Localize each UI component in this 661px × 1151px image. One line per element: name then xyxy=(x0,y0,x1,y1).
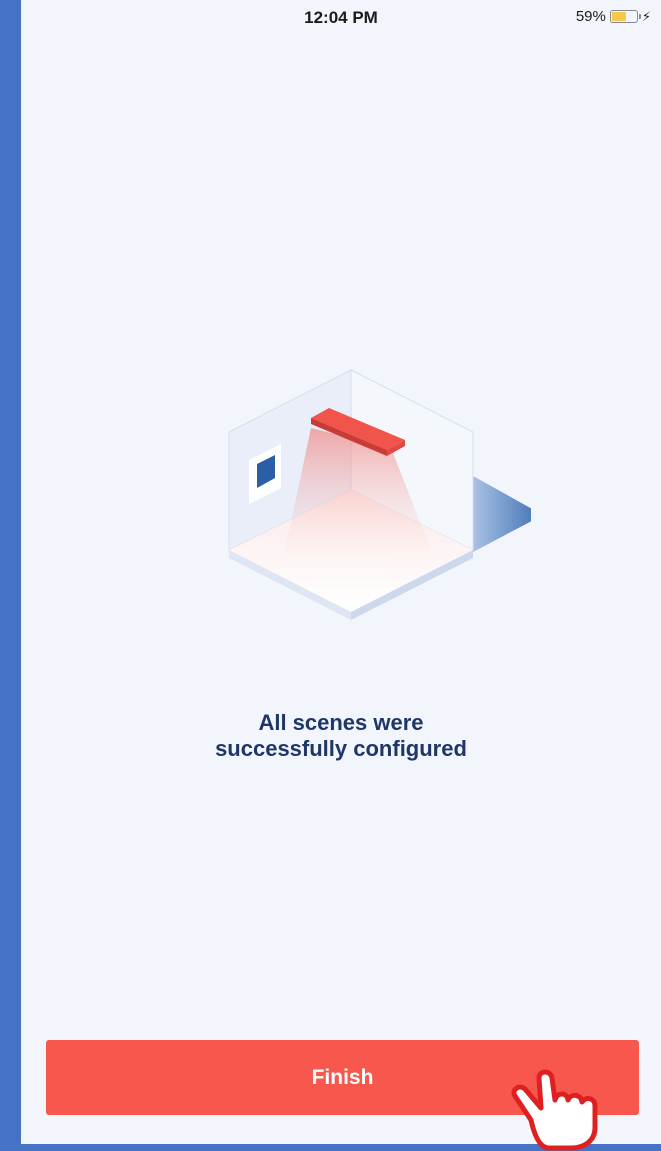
pointing-hand-cursor-icon xyxy=(511,1069,598,1151)
bolt-icon: ⚡ xyxy=(641,8,651,24)
battery-icon xyxy=(609,10,641,23)
screenshot-frame: 12:04 PM 59% ⚡ All scenes were successfu… xyxy=(0,0,661,1151)
room-shadow xyxy=(473,476,531,552)
status-time: 12:04 PM xyxy=(304,8,378,27)
success-message: All scenes were successfully configured xyxy=(21,710,661,762)
success-message-line1: All scenes were xyxy=(258,710,424,735)
battery-tip xyxy=(638,14,641,19)
battery-percent: 59% xyxy=(575,8,606,25)
room-with-light-illustration xyxy=(228,369,531,620)
battery-fill xyxy=(611,12,626,21)
status-indicators: 59% ⚡ xyxy=(576,8,651,25)
app-screen: 12:04 PM 59% ⚡ All scenes were successfu… xyxy=(21,0,661,1144)
status-bar: 12:04 PM 59% ⚡ xyxy=(21,0,661,40)
success-message-line2: successfully configured xyxy=(215,736,467,761)
